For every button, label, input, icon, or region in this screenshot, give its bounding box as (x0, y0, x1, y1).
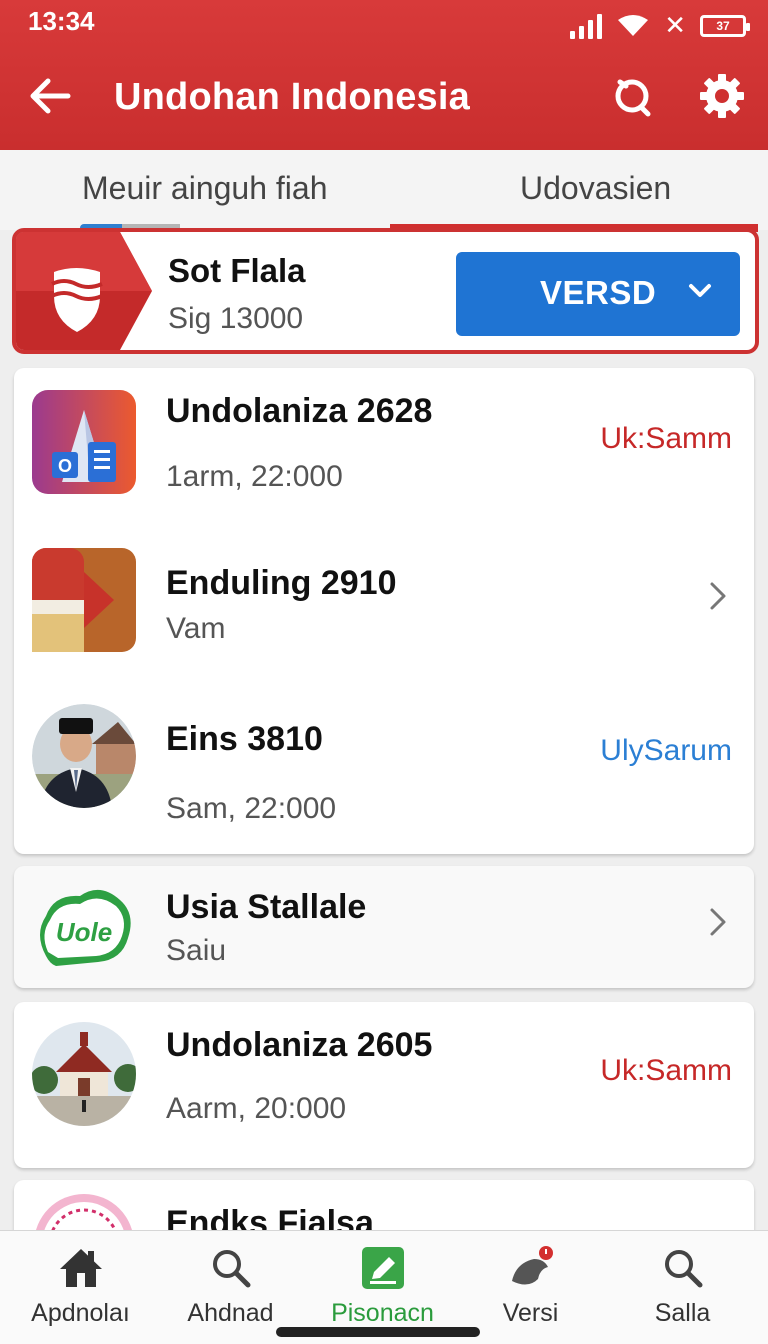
battery-icon: 37 (700, 14, 750, 37)
item-name: Undolaniza 2605 (166, 1026, 433, 1064)
green-cloud-logo: Uole (40, 889, 131, 966)
person-avatar (32, 704, 136, 808)
signal-icon (570, 13, 603, 39)
list-item[interactable]: Eins 3810 Sam, 22:000 UlySarum (14, 688, 754, 854)
featured-card[interactable]: Sot Flala Sig 13000 VERSD (12, 228, 759, 354)
item-name: Eins 3810 (166, 720, 323, 758)
list-item[interactable]: Undolaniza 2605 Aarm, 20:000 Uk:Samm (14, 1002, 754, 1168)
home-indicator[interactable] (276, 1327, 480, 1337)
edit-icon (362, 1247, 404, 1289)
shield-badge-icon (16, 232, 152, 350)
chevron-right-icon[interactable] (708, 906, 728, 938)
list-card: O Undolaniza 2628 1arm, 22:000 Uk:Samm E… (14, 368, 754, 854)
bird-icon (512, 1246, 553, 1285)
list-card: Uole Usia Stallale Saiu (14, 866, 754, 988)
status-bar: 13:34 ✕ 37 (0, 0, 768, 48)
item-name: Undolaniza 2628 (166, 392, 433, 430)
svg-text:O: O (58, 456, 72, 476)
logo-text: Uole (56, 917, 112, 947)
tab-meuir[interactable]: Meuir ainguh fiah (82, 170, 327, 207)
list-item[interactable]: Uole Usia Stallale Saiu (14, 866, 754, 988)
list-item[interactable]: Enduling 2910 Vam (14, 528, 754, 688)
nav-item-salla[interactable]: Salla (606, 1231, 759, 1344)
item-subtitle: Sam, 22:000 (166, 792, 337, 825)
search-icon (665, 1250, 703, 1288)
item-subtitle: Aarm, 20:000 (166, 1092, 347, 1125)
item-name: Enduling 2910 (166, 564, 397, 602)
nav-label: Versi (502, 1299, 559, 1327)
page-title: Undohan Indonesia (114, 76, 470, 118)
app-bar: 13:34 ✕ 37 Undohan Indonesia (0, 0, 768, 150)
back-arrow-icon[interactable] (24, 70, 76, 122)
tab-bar: Meuir ainguh fiah Udovasien (0, 150, 768, 230)
versd-label: VERSD (540, 274, 657, 311)
item-tag[interactable]: Uk:Samm (600, 422, 732, 456)
search-icon[interactable] (606, 70, 658, 122)
list-item[interactable]: O Undolaniza 2628 1arm, 22:000 Uk:Samm (14, 368, 754, 528)
versd-dropdown-button[interactable]: VERSD (456, 252, 740, 336)
item-subtitle: 1arm, 22:000 (166, 460, 343, 493)
nav-label: Ahdnad (187, 1299, 274, 1327)
item-subtitle: Vam (166, 612, 226, 645)
tab-udovasien[interactable]: Udovasien (520, 170, 671, 207)
chevron-down-icon (689, 284, 711, 297)
status-icons: ✕ 37 (570, 10, 750, 41)
home-icon (60, 1249, 102, 1287)
battery-level: 37 (716, 18, 730, 33)
featured-subtitle: Sig 13000 (168, 302, 304, 335)
nav-label: Salla (654, 1299, 711, 1327)
nav-item-apdnolai[interactable]: Apdnolaı (4, 1231, 157, 1344)
wifi-icon (618, 14, 649, 36)
gear-icon[interactable] (696, 70, 748, 122)
play-app-icon (32, 548, 136, 652)
item-tag[interactable]: Uk:Samm (600, 1054, 732, 1088)
item-name: Usia Stallale (166, 888, 367, 926)
document-app-icon: O (32, 390, 136, 494)
featured-name: Sot Flala (168, 252, 306, 289)
nav-label: Apdnolaı (31, 1299, 130, 1327)
status-time: 13:34 (28, 6, 95, 36)
building-photo (32, 1022, 136, 1126)
chevron-right-icon[interactable] (708, 580, 728, 612)
mute-icon: ✕ (664, 10, 686, 40)
search-icon (213, 1250, 251, 1288)
nav-label: Pisonacn (331, 1299, 434, 1327)
list-card: Undolaniza 2605 Aarm, 20:000 Uk:Samm (14, 1002, 754, 1168)
item-tag[interactable]: UlySarum (600, 734, 732, 768)
item-subtitle: Saiu (166, 934, 227, 967)
